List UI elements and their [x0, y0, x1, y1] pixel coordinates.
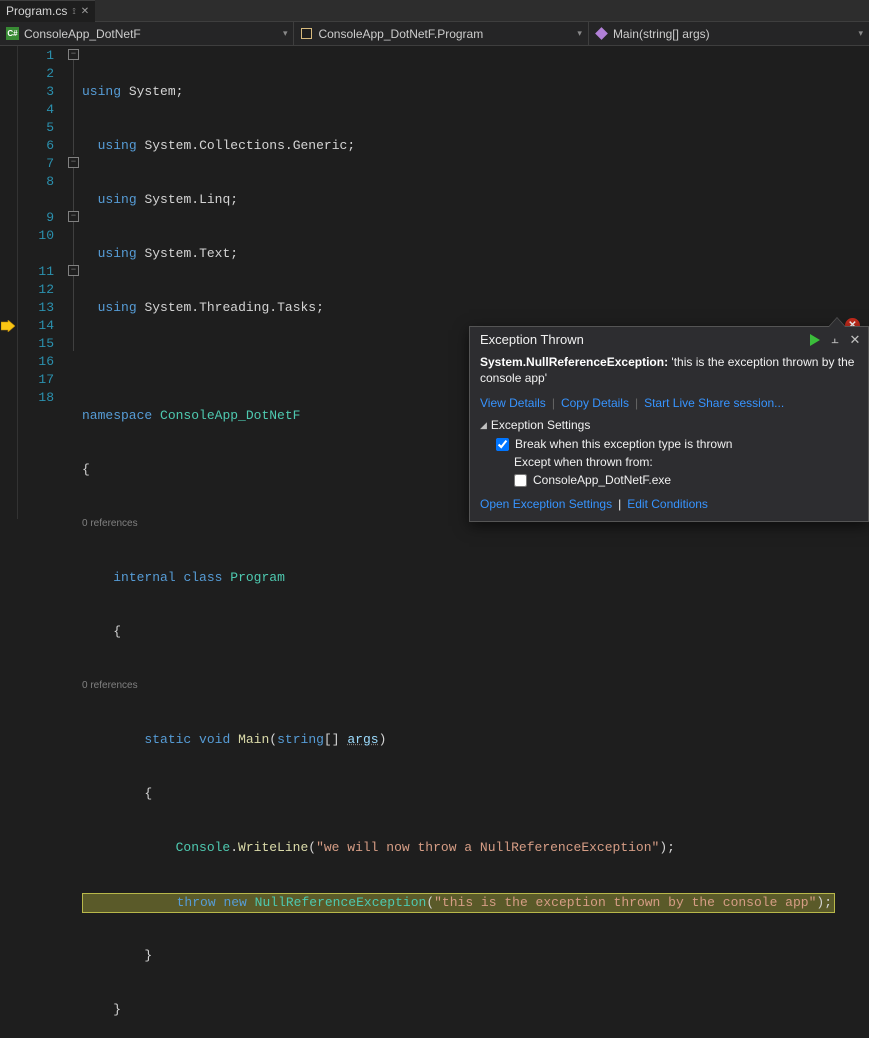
nav-method-label: Main(string[] args): [613, 27, 710, 41]
nav-bar: C# ConsoleApp_DotNetF ▾ ConsoleApp_DotNe…: [0, 22, 869, 46]
nav-method-dropdown[interactable]: Main(string[] args) ▾: [589, 22, 869, 45]
pin-icon[interactable]: ⫠: [828, 333, 842, 347]
fold-toggle[interactable]: −: [68, 49, 79, 60]
line-number: 10: [18, 227, 54, 245]
edit-conditions-link[interactable]: Edit Conditions: [627, 497, 708, 511]
line-number: 11: [18, 263, 54, 281]
csharp-project-icon: C#: [6, 27, 19, 40]
line-number: 9: [18, 209, 54, 227]
line-number: [18, 245, 54, 263]
popup-title: Exception Thrown: [480, 332, 584, 347]
close-icon[interactable]: ✕: [848, 333, 862, 347]
codelens[interactable]: 0 references: [82, 677, 869, 695]
current-statement-arrow-icon: [1, 320, 15, 332]
live-share-link[interactable]: Start Live Share session...: [644, 396, 784, 410]
break-on-exception-checkbox[interactable]: Break when this exception type is thrown: [496, 435, 858, 453]
line-number: 12: [18, 281, 54, 299]
chevron-down-icon: ▾: [283, 28, 288, 39]
nav-class-dropdown[interactable]: ConsoleApp_DotNetF.Program ▾: [294, 22, 588, 45]
exception-settings-toggle[interactable]: ◢ Exception Settings: [480, 418, 858, 432]
fold-column: − − − −: [64, 46, 82, 519]
file-tab[interactable]: Program.cs ⟟ ✕: [0, 0, 95, 22]
line-number: 17: [18, 371, 54, 389]
nav-project-label: ConsoleApp_DotNetF: [24, 27, 141, 41]
line-number: 18: [18, 389, 54, 407]
expand-collapse-icon: ◢: [480, 420, 487, 431]
chevron-down-icon: ▾: [858, 28, 863, 39]
line-number: 6: [18, 137, 54, 155]
line-number: 13: [18, 299, 54, 317]
line-number: 4: [18, 101, 54, 119]
exception-popup: Exception Thrown ⫠ ✕ System.NullReferenc…: [469, 326, 869, 522]
except-from-item[interactable]: ConsoleApp_DotNetF.exe: [514, 471, 858, 489]
glyph-margin: [0, 46, 18, 519]
line-number: [18, 191, 54, 209]
nav-project-dropdown[interactable]: C# ConsoleApp_DotNetF ▾: [0, 22, 294, 45]
line-number: 14: [18, 317, 54, 335]
line-number: 3: [18, 83, 54, 101]
current-statement-highlight: throw new NullReferenceException("this i…: [82, 893, 835, 913]
tab-filename: Program.cs: [6, 4, 67, 18]
nav-class-label: ConsoleApp_DotNetF.Program: [318, 27, 483, 41]
line-number: 15: [18, 335, 54, 353]
popup-callout: [828, 317, 846, 327]
continue-icon[interactable]: [808, 333, 822, 347]
copy-details-link[interactable]: Copy Details: [561, 396, 629, 410]
chevron-down-icon: ▾: [577, 28, 582, 39]
exception-message: System.NullReferenceException: 'this is …: [480, 354, 858, 386]
fold-toggle[interactable]: −: [68, 157, 79, 168]
line-number: 2: [18, 65, 54, 83]
view-details-link[interactable]: View Details: [480, 396, 546, 410]
line-number: 8: [18, 173, 54, 191]
close-icon[interactable]: ✕: [81, 6, 89, 17]
line-number: 1: [18, 47, 54, 65]
pin-icon[interactable]: ⟟: [72, 6, 75, 17]
line-number: 7: [18, 155, 54, 173]
class-icon: [300, 27, 313, 40]
method-icon: [595, 27, 608, 40]
line-number: 5: [18, 119, 54, 137]
open-exception-settings-link[interactable]: Open Exception Settings: [480, 497, 612, 511]
except-when-label: Except when thrown from:: [514, 453, 858, 471]
tab-bar: Program.cs ⟟ ✕: [0, 0, 869, 22]
line-number-gutter: 123456789101112131415161718: [18, 46, 64, 519]
fold-toggle[interactable]: −: [68, 211, 79, 222]
fold-toggle[interactable]: −: [68, 265, 79, 276]
line-number: 16: [18, 353, 54, 371]
